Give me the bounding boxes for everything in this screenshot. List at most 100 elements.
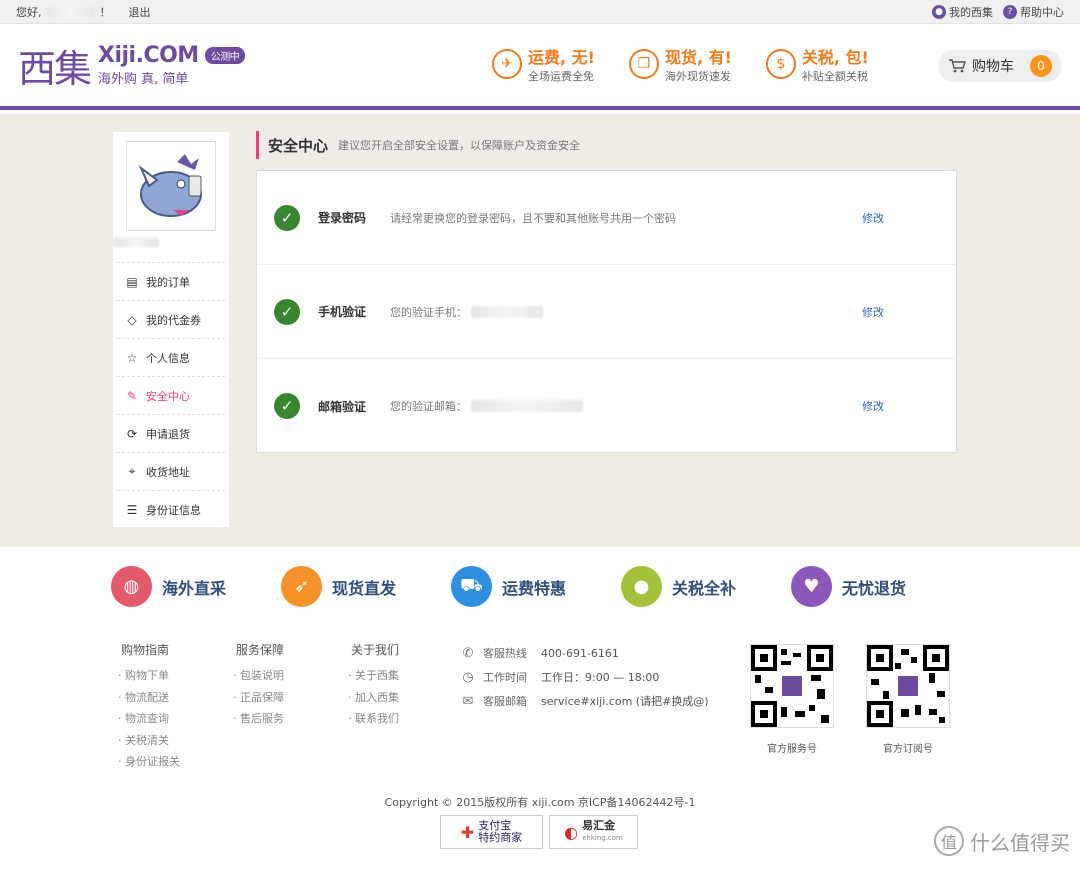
logout-link[interactable]: 退出 <box>129 4 151 20</box>
rocket-icon: ➶ <box>281 566 322 607</box>
footer-link[interactable]: · 身份证报关 <box>118 751 233 773</box>
sidebar-item-returns[interactable]: ⟳ 申请退货 <box>117 414 225 452</box>
security-label: 邮箱验证 <box>318 399 367 414</box>
contact-label: 客服邮箱 <box>483 695 527 708</box>
check-icon: ✓ <box>274 204 300 231</box>
sidebar-item-label: 收货地址 <box>146 465 190 479</box>
sidebar-item-label: 我的代金券 <box>146 313 201 327</box>
copyright: Copyright © 2015版权所有 xiji.com 京ICP备14062… <box>384 796 696 809</box>
sidebar-item-label: 安全中心 <box>146 389 190 403</box>
feature-item[interactable]: ➶ 现货直发 <box>281 566 451 607</box>
qr-label: 官方订阅号 <box>883 744 933 755</box>
promo-title: 关税, 包! <box>801 48 869 67</box>
contact-value: 工作日：9:00 — 18:00 <box>541 671 660 684</box>
footer-link[interactable]: · 联系我们 <box>348 708 463 730</box>
feature-item[interactable]: ◍ 海外直采 <box>111 566 281 607</box>
cart-icon <box>949 59 966 73</box>
footer-link[interactable]: · 加入西集 <box>348 687 463 709</box>
logo-en: Xiji.COM <box>98 43 199 68</box>
sidebar-item-profile[interactable]: ☆ 个人信息 <box>117 338 225 376</box>
contact-hours: ◷ 工作时间 工作日：9:00 — 18:00 <box>459 665 709 689</box>
footer-link[interactable]: · 物流配送 <box>118 687 233 709</box>
email-redacted <box>471 400 583 412</box>
feature-label: 关税全补 <box>672 578 737 598</box>
slogan: 海外购 真, 简单 <box>98 72 189 87</box>
promo-sub: 全场运费全免 <box>528 70 594 83</box>
footer-column-title: 购物指南 <box>121 643 170 657</box>
edit-password-link[interactable]: 修改 <box>862 210 884 226</box>
avatar[interactable] <box>126 141 216 231</box>
qr-code-icon <box>866 644 950 728</box>
my-xiji-label: 我的西集 <box>949 5 993 19</box>
sidebar-item-label: 个人信息 <box>146 351 190 365</box>
clock-icon: ◷ <box>462 669 474 685</box>
security-desc: 您的验证邮箱： <box>390 400 467 413</box>
feature-label: 运费特惠 <box>502 578 567 598</box>
check-icon: ✓ <box>274 393 300 419</box>
footer-link[interactable]: · 正品保障 <box>233 687 348 709</box>
puzzle-icon: ✚ <box>460 822 475 842</box>
star-icon: ☆ <box>126 350 138 365</box>
ehking-label: 易汇金 <box>582 819 616 832</box>
user-greeting: 您好, ！ 退出 <box>16 4 151 20</box>
feature-label: 现货直发 <box>332 578 397 598</box>
feature-item[interactable]: ♥ 无忧退货 <box>791 566 961 607</box>
edit-email-link[interactable]: 修改 <box>862 398 884 414</box>
sidebar-item-id[interactable]: ☰ 身份证信息 <box>117 490 225 528</box>
footer-link[interactable]: · 关于西集 <box>348 665 463 687</box>
footer-column: 关于我们 · 关于西集 · 加入西集 · 联系我们 <box>348 641 463 773</box>
cart-button[interactable]: 购物车 0 <box>938 50 1062 82</box>
account-sidebar: ▤ 我的订单 ◇ 我的代金券 ☆ 个人信息 ✎ 安全中心 ⟳ 申请退货 ⌖ 收货地址 ☰ 身份… <box>113 132 229 527</box>
alipay-badge[interactable]: ✚ 支付宝 特约商家 <box>440 815 543 849</box>
page-title: 安全中心 <box>268 136 329 155</box>
footer-link[interactable]: · 购物下单 <box>118 665 233 687</box>
promo-title: 现货, 有! <box>664 48 732 67</box>
footer-link[interactable]: · 售后服务 <box>233 708 348 730</box>
contact-info: ✆ 客服热线 400-691-6161 ◷ 工作时间 工作日：9:00 — 18:00 … <box>459 641 709 713</box>
footer-link[interactable]: · 包装说明 <box>233 665 348 687</box>
plane-icon: ✈ <box>492 49 522 79</box>
contact-phone: ✆ 客服热线 400-691-6161 <box>459 641 709 665</box>
sidebar-item-label: 我的订单 <box>146 275 190 289</box>
check-icon: ✓ <box>274 298 300 325</box>
contact-label: 客服热线 <box>483 647 527 660</box>
gift-icon: ❒ <box>628 49 659 79</box>
promo-list: ✈ 运费, 无! 全场运费全免 ❒ 现货, 有! 海外现货速发 $ 关税, 包! 补贴… <box>492 44 869 84</box>
edit-phone-link[interactable]: 修改 <box>862 304 884 320</box>
feature-label: 无忧退货 <box>842 578 907 598</box>
security-desc: 请经常更换您的登录密码，且不要和其他账号共用一个密码 <box>390 211 676 225</box>
security-label: 手机验证 <box>318 305 367 319</box>
feature-item[interactable]: ● 关税全补 <box>621 566 791 607</box>
sidebar-item-security[interactable]: ✎ 安全中心 <box>117 376 225 414</box>
coin-icon: $ <box>765 49 796 79</box>
alipay-line2: 特约商家 <box>478 831 523 844</box>
site-logo[interactable]: 西集 Xiji.COM 公测中 海外购 真, 简单 <box>18 38 246 93</box>
help-center-link[interactable]: ? 帮助中心 <box>1003 4 1064 20</box>
sidebar-item-address[interactable]: ⌖ 收货地址 <box>117 452 225 490</box>
ehking-sub: ehking.com <box>582 834 623 842</box>
tag-icon: ◇ <box>127 312 137 327</box>
truck-icon: ⛟ <box>451 566 492 607</box>
footer-link[interactable]: · 关税清关 <box>118 730 233 752</box>
logo-cn: 西集 <box>18 46 92 91</box>
username-redacted <box>45 6 96 17</box>
promo-item: $ 关税, 包! 补贴全额关税 <box>765 44 869 84</box>
help-icon: ? <box>1003 4 1017 19</box>
greeting-exclaim: ！ <box>99 5 111 19</box>
sidebar-item-vouchers[interactable]: ◇ 我的代金券 <box>117 300 225 338</box>
security-desc: 您的验证手机： <box>390 305 467 319</box>
footer-link[interactable]: · 物流查询 <box>118 708 233 730</box>
promo-sub: 海外现货速发 <box>664 70 731 83</box>
security-panel: ✓ 登录密码 请经常更换您的登录密码，且不要和其他账号共用一个密码 修改 ✓ 手… <box>256 170 957 453</box>
my-xiji-link[interactable]: ● 我的西集 <box>932 4 993 20</box>
site-header: 西集 Xiji.COM 公测中 海外购 真, 简单 ✈ 运费, 无! 全场运费全免 … <box>0 24 1080 110</box>
watermark-logo-icon: 值 <box>934 826 964 856</box>
security-label: 登录密码 <box>318 211 367 225</box>
ehking-badge[interactable]: ◐ 易汇金 ehking.com <box>549 815 638 849</box>
security-row-email: ✓ 邮箱验证 您的验证邮箱： 修改 <box>257 359 956 453</box>
feature-item[interactable]: ⛟ 运费特惠 <box>451 566 621 607</box>
top-bar: 您好, ！ 退出 ● 我的西集 ? 帮助中心 <box>0 0 1080 24</box>
heart-icon: ♥ <box>791 566 832 607</box>
cart-label: 购物车 <box>972 59 1014 75</box>
sidebar-item-orders[interactable]: ▤ 我的订单 <box>117 262 225 300</box>
